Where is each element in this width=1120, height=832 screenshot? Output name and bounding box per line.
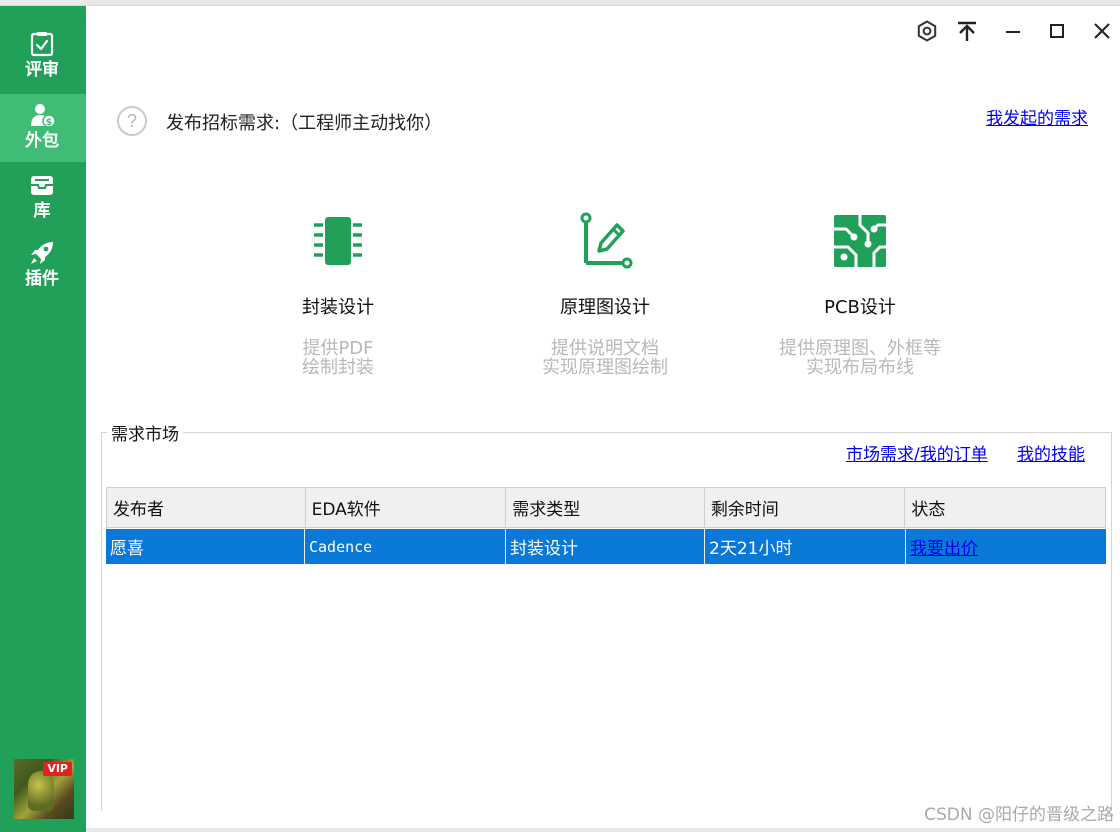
sidebar-item-label: 库	[33, 201, 51, 221]
pin-top-button[interactable]	[952, 16, 982, 46]
window-top-border	[0, 0, 1120, 6]
column-header-status[interactable]: 状态	[905, 488, 1105, 527]
sidebar-item-library[interactable]: 库	[0, 172, 86, 238]
pcb-traces-icon	[834, 215, 886, 267]
svg-text:$: $	[46, 118, 52, 128]
service-desc-line: 提供PDF	[302, 338, 374, 359]
window-bottom-border	[86, 828, 1120, 832]
settings-button[interactable]	[912, 16, 942, 46]
service-card-footprint[interactable]: 封装设计 提供PDF 绘制封装	[208, 205, 468, 395]
chip-icon	[314, 217, 362, 265]
service-desc-line: 实现布局布线	[806, 357, 914, 378]
cell-type: 封装设计	[506, 529, 705, 564]
pen-schematic-icon	[580, 212, 633, 269]
rocket-icon	[31, 242, 53, 264]
pin-top-icon	[958, 21, 976, 41]
help-icon[interactable]: ?	[117, 106, 147, 136]
column-header-eda[interactable]: EDA软件	[306, 488, 507, 527]
avatar-figure	[28, 771, 54, 811]
service-desc: 提供PDF 绘制封装	[208, 339, 468, 377]
inbox-tray-icon	[31, 176, 53, 195]
market-title: 需求市场	[107, 420, 183, 445]
service-desc-line: 绘制封装	[302, 357, 374, 378]
cell-eda: Cadence	[305, 529, 506, 564]
my-skills-link[interactable]: 我的技能	[1017, 440, 1085, 465]
watermark: CSDN @阳仔的晋级之路	[924, 805, 1114, 825]
maximize-icon	[1050, 24, 1064, 38]
column-header-publisher[interactable]: 发布者	[107, 488, 306, 527]
service-desc-line: 实现原理图绘制	[542, 357, 668, 378]
column-header-remaining[interactable]: 剩余时间	[705, 488, 906, 527]
sidebar-item-label: 插件	[25, 269, 59, 289]
market-table: 发布者 EDA软件 需求类型 剩余时间 状态 愿喜 Cadence 封装设计 2…	[106, 487, 1106, 564]
vip-badge: VIP	[43, 762, 72, 776]
sidebar-item-review[interactable]: 评审	[0, 31, 86, 97]
service-card-schematic[interactable]: 原理图设计 提供说明文档 实现原理图绘制	[475, 205, 735, 395]
service-desc: 提供原理图、外框等 实现布局布线	[730, 339, 990, 377]
checklist-icon	[30, 32, 54, 57]
bid-link[interactable]: 我要出价	[910, 534, 978, 559]
market-orders-link[interactable]: 市场需求/我的订单	[846, 440, 988, 465]
table-row[interactable]: 愿喜 Cadence 封装设计 2天21小时 我要出价	[106, 529, 1106, 564]
cell-status: 我要出价	[906, 529, 1106, 564]
cell-publisher: 愿喜	[106, 529, 305, 564]
sidebar: 评审 $ 外包 库 插件 VIP	[0, 6, 86, 832]
sidebar-item-label: 评审	[25, 60, 59, 80]
service-card-pcb[interactable]: PCB设计 提供原理图、外框等 实现布局布线	[730, 205, 990, 395]
cell-remaining: 2天21小时	[705, 529, 906, 564]
service-title: 封装设计	[302, 297, 374, 318]
sidebar-item-plugins[interactable]: 插件	[0, 240, 86, 306]
service-desc: 提供说明文档 实现原理图绘制	[475, 339, 735, 377]
user-dollar-icon: $	[31, 104, 55, 128]
settings-icon	[917, 20, 937, 42]
close-icon	[1094, 23, 1110, 39]
close-button[interactable]	[1087, 16, 1117, 46]
service-desc-line: 提供说明文档	[551, 338, 659, 359]
service-title: PCB设计	[824, 297, 896, 318]
maximize-button[interactable]	[1042, 16, 1072, 46]
table-header: 发布者 EDA软件 需求类型 剩余时间 状态	[106, 487, 1106, 528]
sidebar-item-label: 外包	[25, 131, 59, 151]
my-requests-link[interactable]: 我发起的需求	[986, 104, 1088, 129]
service-desc-line: 提供原理图、外框等	[779, 338, 941, 359]
sidebar-item-outsource[interactable]: $ 外包	[0, 94, 86, 162]
service-title: 原理图设计	[560, 297, 650, 318]
column-header-type[interactable]: 需求类型	[506, 488, 705, 527]
minimize-icon	[1006, 31, 1020, 33]
minimize-button[interactable]	[998, 16, 1028, 46]
avatar[interactable]: VIP	[14, 759, 74, 819]
page-title: 发布招标需求:（工程师主动找你）	[166, 113, 443, 134]
